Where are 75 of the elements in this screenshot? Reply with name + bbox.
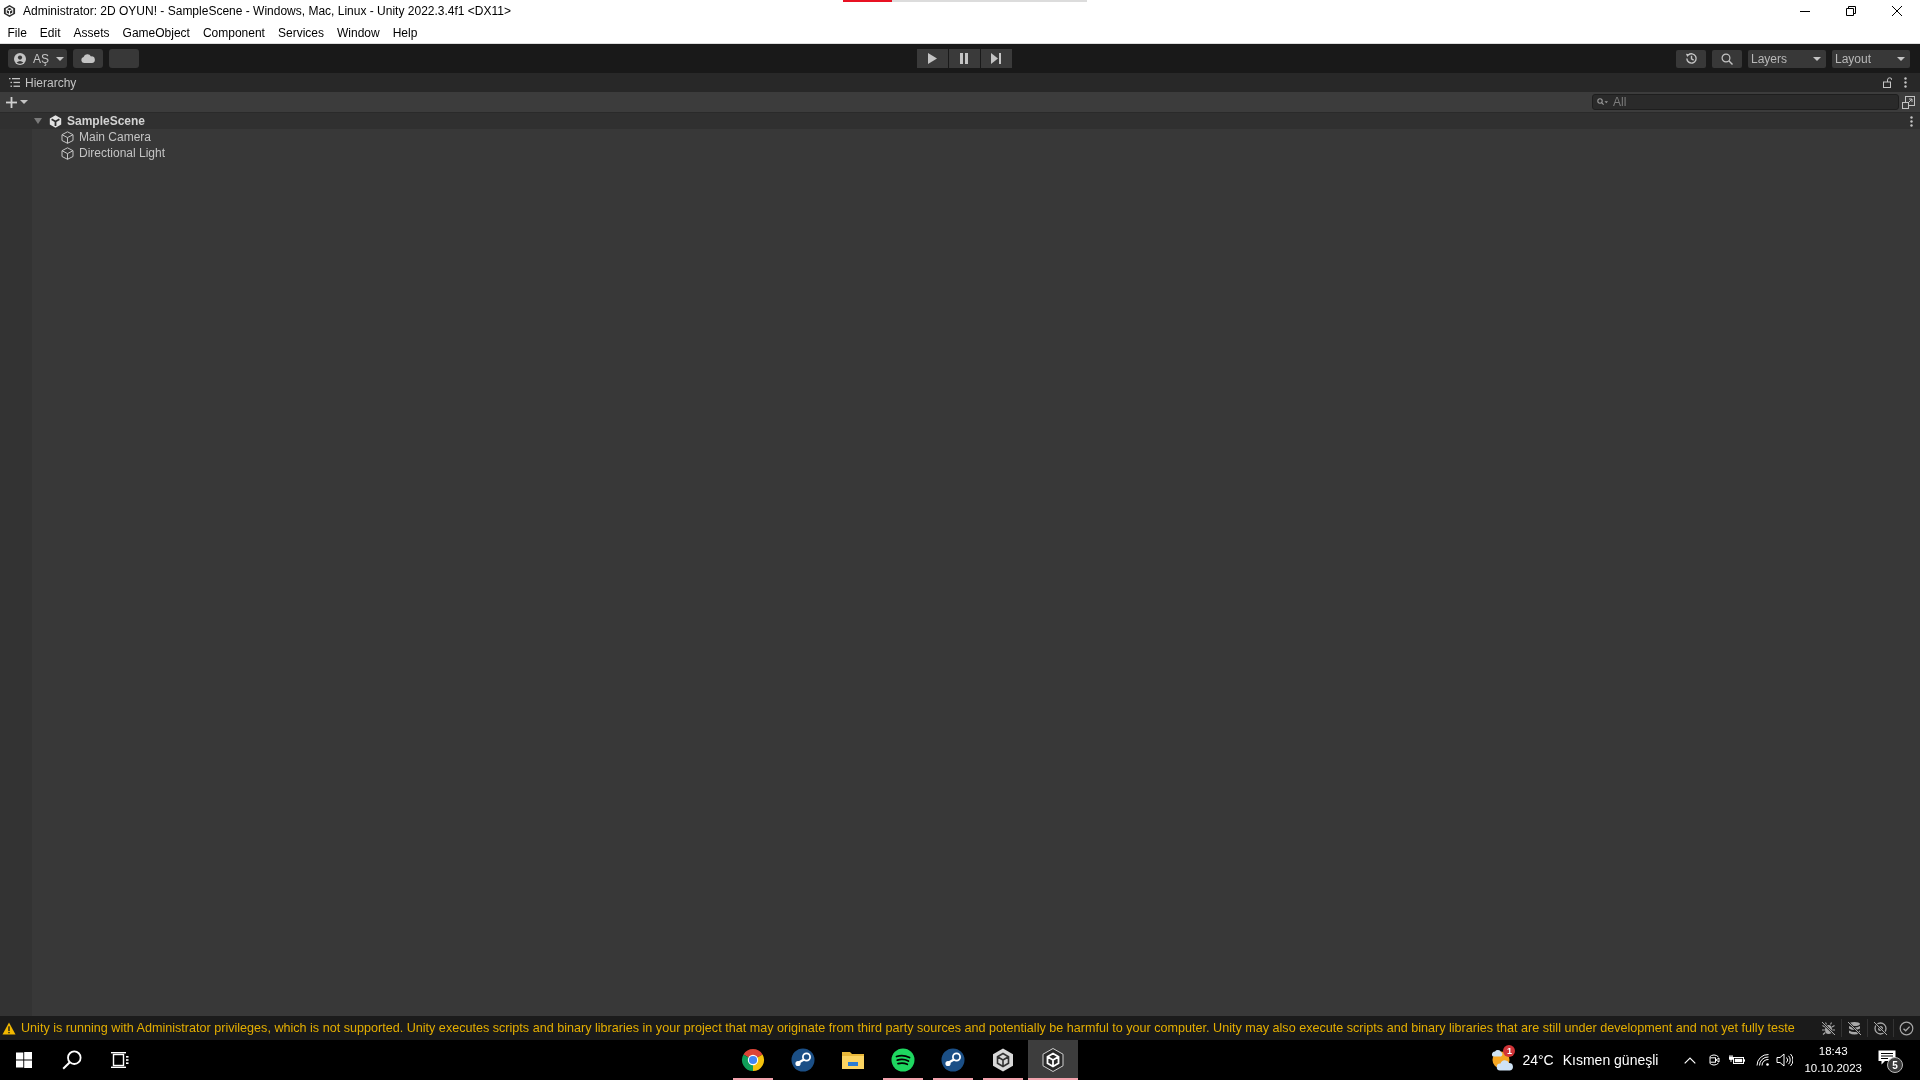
task-view-icon <box>111 1052 129 1068</box>
foldout-arrow-icon[interactable] <box>34 117 42 125</box>
menu-item[interactable]: Window <box>330 22 387 43</box>
cloud-button[interactable] <box>73 49 103 68</box>
status-message[interactable]: Unity is running with Administrator privileges, which is not supported. Unity executes scripts and binary libraries in your project that may originate from third party sources and potentially be harmful to your computer. Unity may also execute scripts and binary libraries that are still under development and not yet fully teste <box>21 1021 1795 1035</box>
caret-icon <box>1813 56 1821 61</box>
play-icon <box>927 53 937 64</box>
restore-icon <box>1846 6 1856 16</box>
popout-icon[interactable] <box>1902 95 1915 109</box>
caret-icon <box>20 100 28 104</box>
weather-temperature[interactable]: 24°C <box>1522 1052 1554 1068</box>
caret-icon <box>1897 56 1905 61</box>
crossed-database-icon[interactable] <box>1847 1020 1862 1036</box>
search-button[interactable] <box>1712 49 1742 68</box>
spotify-icon <box>891 1048 915 1072</box>
window-title: Administrator: 2D OYUN! - SampleScene - Windows, Mac, Linux - Unity 2022.3.4f1 <DX11> <box>23 4 511 18</box>
hierarchy-tab[interactable]: Hierarchy <box>0 73 83 92</box>
history-icon <box>1684 52 1698 65</box>
menu-item[interactable]: GameObject <box>116 22 197 43</box>
more-icon[interactable] <box>1910 115 1913 127</box>
scene-row[interactable]: SampleScene <box>0 113 1920 129</box>
lock-icon[interactable] <box>1883 77 1892 88</box>
battery-icon[interactable] <box>1729 1055 1746 1065</box>
account-button[interactable]: AŞ <box>8 49 67 68</box>
clock-time[interactable]: 18:43 <box>1818 1045 1848 1058</box>
search-icon <box>62 1050 82 1070</box>
wifi-icon[interactable] <box>1756 1054 1770 1066</box>
search-icon <box>1721 52 1733 65</box>
more-icon[interactable] <box>1904 77 1907 88</box>
play-button[interactable] <box>916 49 948 68</box>
chrome-icon <box>741 1048 765 1072</box>
minimize-icon <box>1800 10 1810 12</box>
menu-item[interactable]: Help <box>386 22 424 43</box>
menu-item[interactable]: Component <box>196 22 272 43</box>
crossed-circle-icon[interactable] <box>1873 1020 1888 1036</box>
close-icon <box>1892 6 1902 16</box>
account-icon <box>14 52 26 65</box>
check-circle-icon[interactable] <box>1899 1020 1914 1036</box>
menu-item[interactable]: Edit <box>33 22 68 43</box>
menu-item[interactable]: File <box>1 22 34 43</box>
weather-badge: 1 <box>1503 1045 1516 1057</box>
clock-date[interactable]: 10.10.2023 <box>1804 1062 1862 1075</box>
history-button[interactable] <box>1676 49 1706 68</box>
cube-icon <box>61 146 74 160</box>
pause-icon <box>960 53 968 64</box>
hierarchy-item[interactable]: Main Camera <box>79 130 152 144</box>
layout-dropdown[interactable]: Layout <box>1832 49 1910 68</box>
volume-icon[interactable] <box>1776 1053 1794 1067</box>
list-icon <box>9 78 20 87</box>
search-field[interactable]: All <box>1592 94 1899 110</box>
steam-icon <box>791 1048 815 1072</box>
plus-icon <box>6 96 17 108</box>
pause-button[interactable] <box>948 49 980 68</box>
unity-hub-icon <box>991 1048 1015 1072</box>
windows-logo-icon <box>16 1052 32 1068</box>
menu-item[interactable]: Assets <box>67 22 117 43</box>
caret-icon <box>56 56 64 61</box>
unity-icon <box>1041 1048 1065 1072</box>
step-button[interactable] <box>980 49 1012 68</box>
camera-icon[interactable] <box>1708 1053 1721 1067</box>
window-icon <box>3 4 16 18</box>
step-icon <box>991 53 1001 64</box>
weather-condition[interactable]: Kısmen güneşli <box>1562 1052 1659 1068</box>
layers-dropdown[interactable]: Layers <box>1748 49 1826 68</box>
cloud-icon <box>81 54 95 63</box>
search-icon <box>1597 98 1608 106</box>
notification-count: 5 <box>1887 1057 1903 1073</box>
hierarchy-item[interactable]: Directional Light <box>79 146 166 160</box>
steam-icon <box>941 1048 965 1072</box>
crossed-bug-icon[interactable] <box>1821 1020 1836 1036</box>
taskbar-app-button[interactable] <box>1028 1040 1078 1080</box>
chevron-up-icon[interactable] <box>1684 1056 1697 1064</box>
menu-item[interactable]: Services <box>271 22 331 43</box>
cube-icon <box>61 130 74 144</box>
scene-name[interactable]: SampleScene <box>67 114 146 128</box>
